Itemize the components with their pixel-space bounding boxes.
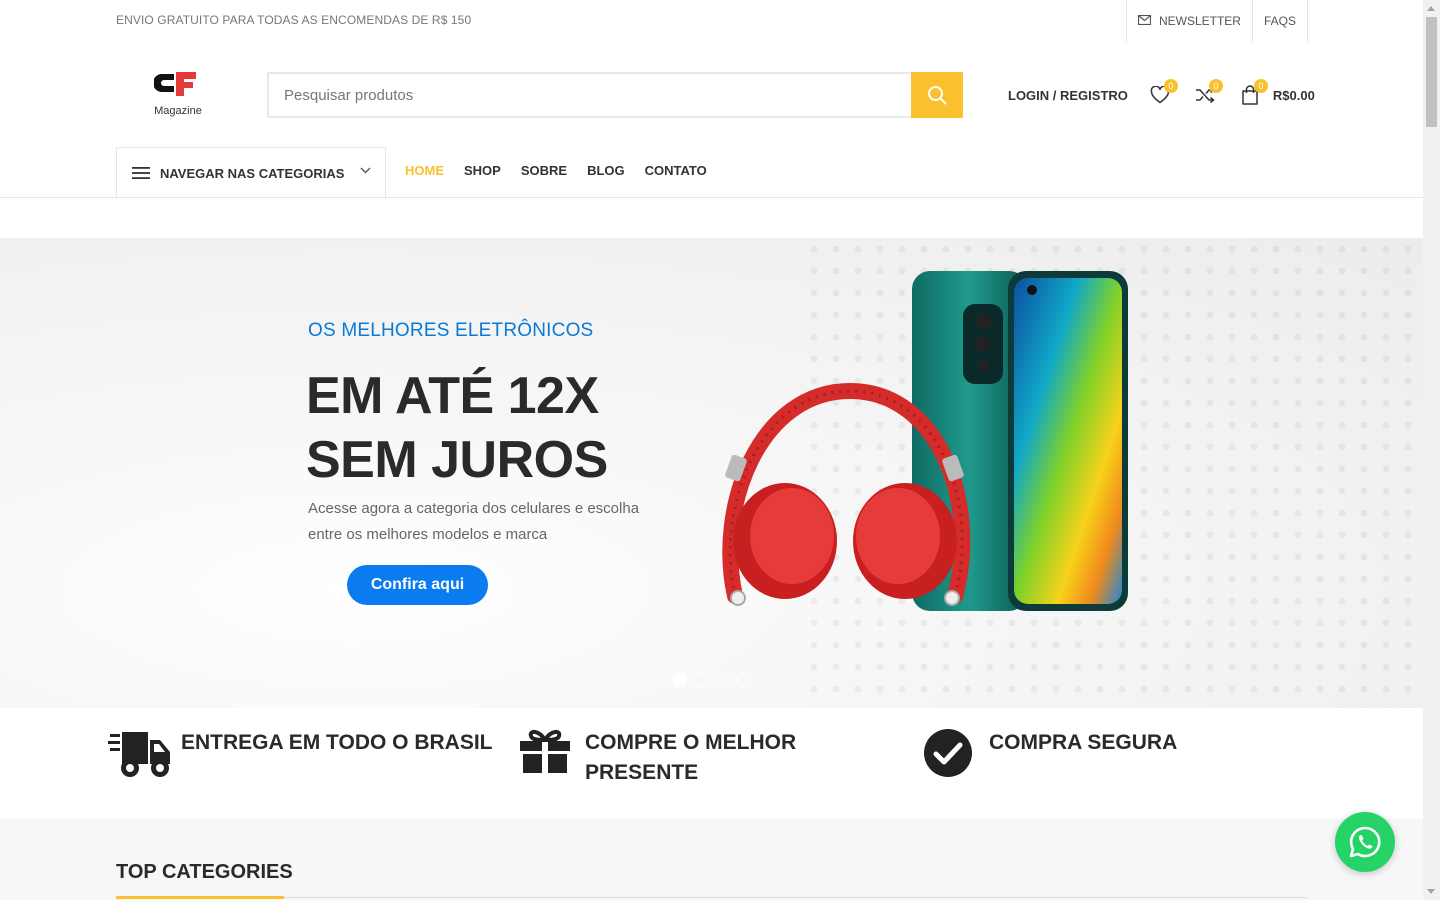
browse-categories-button[interactable]: NAVEGAR NAS CATEGORIAS xyxy=(116,147,386,198)
gift-icon xyxy=(520,729,570,773)
top-links: NEWSLETTER FAQS xyxy=(1125,0,1308,42)
page-scrollbar[interactable] xyxy=(1423,0,1440,900)
nav-blog[interactable]: BLOG xyxy=(587,163,625,178)
chevron-down-icon xyxy=(360,167,371,174)
hero-title: EM ATÉ 12X SEM JUROS xyxy=(306,364,726,492)
login-register-link[interactable]: LOGIN / REGISTRO xyxy=(1008,88,1128,103)
nav-sobre[interactable]: SOBRE xyxy=(521,163,567,178)
header-actions: LOGIN / REGISTRO 0 0 0 R$0.00 xyxy=(1008,79,1315,108)
feature-delivery: ENTREGA EM TODO O BRASIL xyxy=(108,728,493,780)
logo-wordmark: Magazine xyxy=(154,105,202,117)
compare-button[interactable]: 0 xyxy=(1193,79,1223,107)
faqs-link[interactable]: FAQS xyxy=(1251,0,1307,42)
section-title: TOP CATEGORIES xyxy=(116,861,293,883)
truck-icon xyxy=(108,732,170,777)
hero-cta-button[interactable]: Confira aqui xyxy=(347,565,488,605)
section-divider xyxy=(116,897,1308,898)
feature-secure: COMPRA SEGURA xyxy=(923,728,1177,778)
main-nav: HOME SHOP SOBRE BLOG CONTATO xyxy=(405,163,707,178)
cf-logo-mark xyxy=(154,72,196,96)
slider-dot-1[interactable] xyxy=(673,673,687,687)
hero-title-line1: EM ATÉ 12X xyxy=(306,367,599,425)
cart-count-badge: 0 xyxy=(1253,79,1268,93)
section-title-underline xyxy=(116,896,284,899)
top-bar: ENVIO GRATUITO PARA TODAS AS ENCOMENDAS … xyxy=(0,0,1423,42)
check-circle-icon xyxy=(924,729,972,777)
feature-secure-title: COMPRA SEGURA xyxy=(989,731,1178,754)
whatsapp-button[interactable] xyxy=(1335,812,1395,872)
browse-categories-label: NAVEGAR NAS CATEGORIAS xyxy=(160,165,345,181)
cart-button[interactable]: 0 xyxy=(1238,79,1268,107)
nav-shop[interactable]: SHOP xyxy=(464,163,501,178)
newsletter-label: NEWSLETTER xyxy=(1158,14,1241,28)
site-logo[interactable]: Magazine xyxy=(148,70,208,122)
scroll-up-arrow[interactable] xyxy=(1427,6,1435,11)
phone-headphones-image xyxy=(722,271,1128,611)
nav-contato[interactable]: CONTATO xyxy=(645,163,707,178)
slider-pagination xyxy=(673,673,750,687)
envelope-icon xyxy=(1137,14,1152,28)
scroll-thumb[interactable] xyxy=(1426,17,1437,127)
header-divider xyxy=(0,197,1423,198)
compare-count-badge: 0 xyxy=(1208,79,1223,93)
top-categories-section: TOP CATEGORIES xyxy=(0,819,1423,900)
search-input[interactable] xyxy=(269,74,911,116)
hero-slider: OS MELHORES ELETRÔNICOS EM ATÉ 12X SEM J… xyxy=(0,238,1423,708)
slider-dot-3[interactable] xyxy=(715,673,729,687)
search-bar xyxy=(267,72,963,118)
feature-delivery-title: ENTREGA EM TODO O BRASIL xyxy=(181,731,493,754)
hero-description: Acesse agora a categoria dos celulares e… xyxy=(308,500,640,543)
hero-title-line2: SEM JUROS xyxy=(306,431,608,489)
feature-gift-title: COMPRE O MELHOR PRESENTE xyxy=(585,731,797,784)
hero-subtitle: OS MELHORES ELETRÔNICOS xyxy=(308,320,594,341)
search-icon xyxy=(928,86,947,105)
whatsapp-icon xyxy=(1349,826,1381,858)
wishlist-button[interactable]: 0 xyxy=(1148,79,1178,107)
cart-total[interactable]: R$0.00 xyxy=(1273,88,1315,103)
shipping-promo-text: ENVIO GRATUITO PARA TODAS AS ENCOMENDAS … xyxy=(116,13,472,27)
hamburger-icon xyxy=(132,167,150,179)
newsletter-link[interactable]: NEWSLETTER xyxy=(1127,0,1252,42)
nav-home[interactable]: HOME xyxy=(405,163,444,178)
scroll-down-arrow[interactable] xyxy=(1427,889,1435,894)
search-button[interactable] xyxy=(911,72,963,118)
slider-dot-4[interactable] xyxy=(736,673,750,687)
features-row: ENTREGA EM TODO O BRASIL COMPRE O MELHOR… xyxy=(0,708,1423,819)
wishlist-count-badge: 0 xyxy=(1163,79,1178,93)
slider-dot-2[interactable] xyxy=(694,673,708,687)
feature-gift: COMPRE O MELHOR PRESENTE xyxy=(519,728,845,788)
